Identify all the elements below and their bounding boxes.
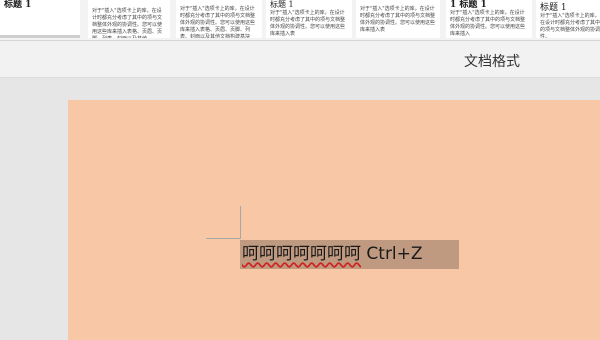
style-gallery: 标题 1 对于"插入"选项卡上的库，在设计时都充分考虑了其中的项与文档整体外观的… <box>0 0 600 41</box>
style-thumbnail-body: 对于"插入"选项卡上的库，在设计时都充分考虑了其中的项与文档整体外观的协调性。您… <box>180 6 256 38</box>
document-page[interactable] <box>68 100 600 340</box>
style-thumbnail-7[interactable]: 标题 1 对于"插入"选项卡上的库，在设计时都充分考虑了其中的项与文档整体外观的… <box>536 0 600 38</box>
margin-corner-mark <box>240 206 241 239</box>
style-thumbnail-4[interactable]: 标题 1 对于"插入"选项卡上的库，在设计时都充分考虑了其中的项与文档整体外观的… <box>266 0 352 38</box>
style-thumbnail-6[interactable]: 1 标题 1 对于"插入"选项卡上的库，在设计时都充分考虑了其中的项与文档整体外… <box>446 0 532 38</box>
margin-corner-mark <box>206 238 240 239</box>
style-thumbnail-3[interactable]: 对于"插入"选项卡上的库，在设计时都充分考虑了其中的项与文档整体外观的协调性。您… <box>176 0 262 38</box>
style-thumbnail-body: 对于"插入"选项卡上的库，在设计时都充分考虑了其中的项与文档整体外观的协调性。 <box>540 13 600 38</box>
style-thumbnail-5[interactable]: 对于"插入"选项卡上的库，在设计时都充分考虑了其中的项与文档整体外观的协调性。您… <box>356 0 440 38</box>
style-thumbnail-heading: 1 标题 1 <box>450 0 487 10</box>
style-thumbnail-heading: 标题 1 <box>540 3 567 13</box>
style-thumbnail-2[interactable]: 对于"插入"选项卡上的库，在设计时都充分考虑了其中的项与文档整体外观的协调性。您… <box>88 0 170 38</box>
selected-text-shortcut: Ctrl+Z <box>361 244 423 264</box>
style-thumbnail-body: 对于"插入"选项卡上的库，在设计时都充分考虑了其中的项与文档整体外观的协调性。您… <box>360 6 436 33</box>
style-thumbnail-heading: 标题 1 <box>4 0 32 10</box>
style-thumbnail-body: 对于"插入"选项卡上的库，在设计时都充分考虑了其中的项与文档整体外观的协调性。您… <box>92 8 163 38</box>
ribbon-group-bar: 文档格式 <box>0 41 600 78</box>
style-thumbnail-body: 对于"插入"选项卡上的库，在设计时都充分考虑了其中的项与文档整体外观的协调性。您… <box>270 10 346 37</box>
style-thumbnail-body: 对于"插入"选项卡上的库，在设计时都充分考虑了其中的项与文档整体外观的协调性。您… <box>450 10 526 37</box>
style-thumbnail-heading: 标题 1 <box>270 0 294 9</box>
selected-text-cjk: 呵呵呵呵呵呵呵 <box>242 244 361 264</box>
style-thumbnail-title1[interactable]: 标题 1 <box>0 0 80 38</box>
document-formatting-group-label: 文档格式 <box>464 54 520 70</box>
selected-text[interactable]: 呵呵呵呵呵呵呵 Ctrl+Z <box>242 242 423 266</box>
